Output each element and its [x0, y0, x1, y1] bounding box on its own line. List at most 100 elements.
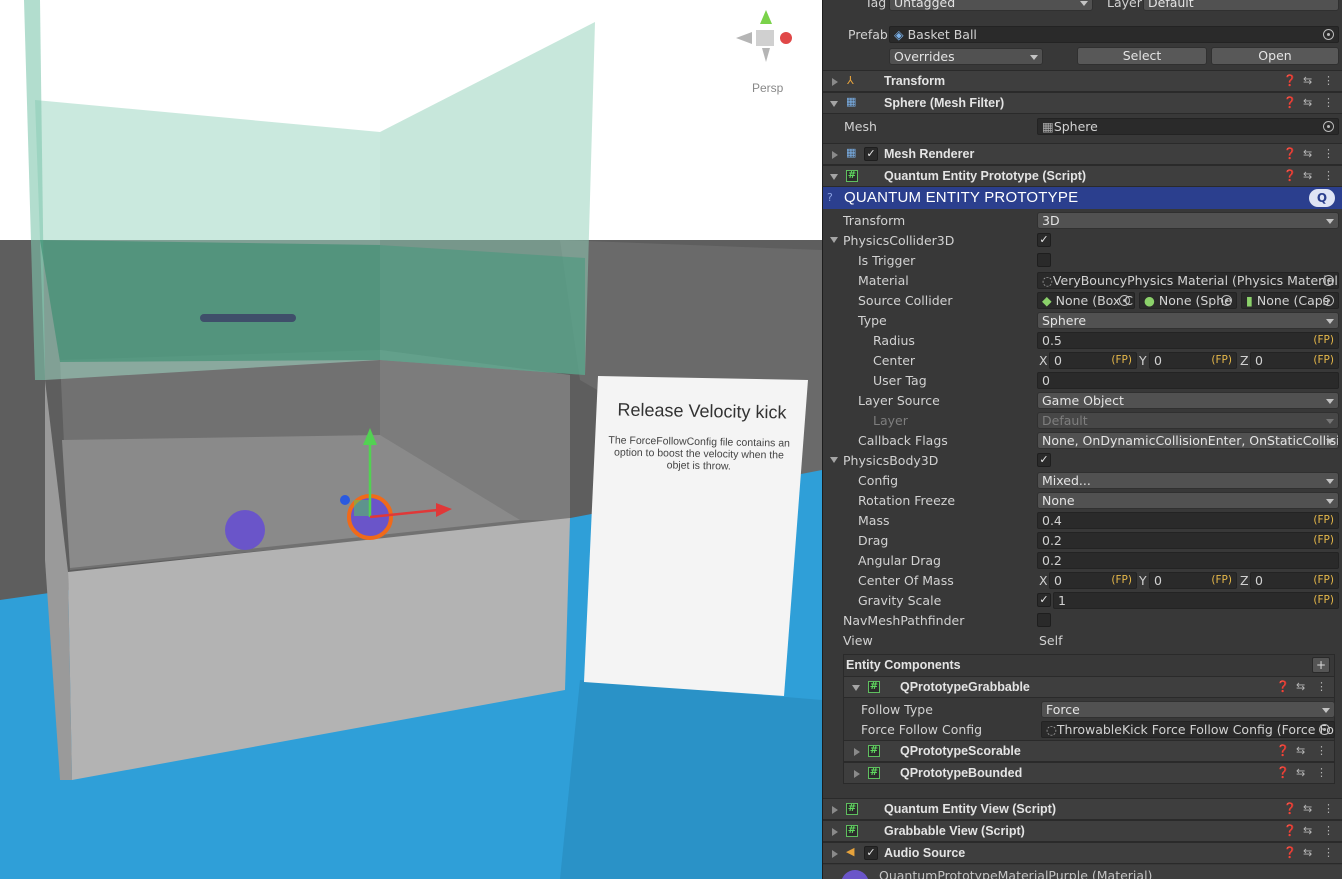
- audio-source-component[interactable]: ◀ ✓ Audio Source ❓ ⇆ ⋮: [823, 842, 1342, 864]
- object-picker-icon[interactable]: [1323, 29, 1334, 40]
- drag-field[interactable]: 0.2 (FP): [1037, 532, 1339, 549]
- bounded-subcomponent[interactable]: # QPrototypeBounded ❓ ⇆ ⋮: [843, 762, 1335, 784]
- center-y-field[interactable]: 0 (FP): [1149, 352, 1237, 369]
- scene-view[interactable]: Persp Release Velocity kick The ForceFol…: [0, 0, 822, 879]
- presets-icon[interactable]: ⇆: [1296, 680, 1305, 693]
- material-field[interactable]: ◌VeryBouncyPhysics Material (Physics Mat…: [1037, 272, 1339, 289]
- object-picker-icon[interactable]: [1323, 121, 1334, 132]
- presets-icon[interactable]: ⇆: [1296, 766, 1305, 779]
- kebab-menu-icon[interactable]: ⋮: [1316, 766, 1327, 779]
- fold-arrow-icon[interactable]: [832, 850, 838, 858]
- presets-icon[interactable]: ⇆: [1303, 824, 1312, 837]
- kebab-menu-icon[interactable]: ⋮: [1323, 824, 1334, 837]
- view-mode-label[interactable]: Persp: [752, 81, 783, 95]
- presets-icon[interactable]: ⇆: [1303, 846, 1312, 859]
- open-button[interactable]: Open: [1211, 47, 1339, 65]
- box-collider-field[interactable]: ◆ None (Box C: [1037, 292, 1135, 309]
- select-button[interactable]: Select: [1077, 47, 1207, 65]
- help-icon[interactable]: ❓: [1283, 96, 1297, 109]
- fold-arrow-icon[interactable]: [852, 685, 860, 691]
- fold-arrow-icon[interactable]: [832, 806, 838, 814]
- com-x-field[interactable]: 0 (FP): [1049, 572, 1137, 589]
- fold-arrow-icon[interactable]: [832, 151, 838, 159]
- callback-flags-dropdown[interactable]: None, OnDynamicCollisionEnter, OnStaticC…: [1037, 432, 1339, 449]
- object-picker-icon[interactable]: [1119, 295, 1130, 306]
- help-icon[interactable]: ❓: [1283, 147, 1297, 160]
- mesh-renderer-component[interactable]: ▦ ✓ Mesh Renderer ❓ ⇆ ⋮: [823, 143, 1342, 165]
- fold-arrow-icon[interactable]: [830, 457, 838, 463]
- user-tag-field[interactable]: 0: [1037, 372, 1339, 389]
- fold-arrow-icon[interactable]: [832, 828, 838, 836]
- fold-arrow-icon[interactable]: [854, 748, 860, 756]
- object-picker-icon[interactable]: [1323, 295, 1334, 306]
- com-z-field[interactable]: 0 (FP): [1250, 572, 1339, 589]
- help-icon[interactable]: ❓: [1283, 802, 1297, 815]
- radius-field[interactable]: 0.5 (FP): [1037, 332, 1339, 349]
- kebab-menu-icon[interactable]: ⋮: [1323, 74, 1334, 87]
- help-icon[interactable]: ❓: [1283, 74, 1297, 87]
- center-z-field[interactable]: 0 (FP): [1250, 352, 1339, 369]
- navmesh-checkbox[interactable]: [1037, 613, 1051, 627]
- center-x-field[interactable]: 0 (FP): [1049, 352, 1137, 369]
- grabbable-view-component[interactable]: # Grabbable View (Script) ❓ ⇆ ⋮: [823, 820, 1342, 842]
- help-icon[interactable]: ❓: [1276, 680, 1290, 693]
- follow-type-dropdown[interactable]: Force: [1041, 701, 1335, 718]
- kebab-menu-icon[interactable]: ⋮: [1316, 680, 1327, 693]
- gravity-scale-checkbox[interactable]: ✓: [1037, 593, 1051, 607]
- help-icon[interactable]: ❓: [1276, 766, 1290, 779]
- kebab-menu-icon[interactable]: ⋮: [1316, 744, 1327, 757]
- gravity-scale-field[interactable]: 1 (FP): [1053, 592, 1339, 609]
- help-circle-icon[interactable]: ?: [827, 191, 833, 204]
- layer-source-dropdown[interactable]: Game Object: [1037, 392, 1339, 409]
- presets-icon[interactable]: ⇆: [1303, 802, 1312, 815]
- mesh-filter-component[interactable]: ▦ Sphere (Mesh Filter) ❓ ⇆ ⋮: [823, 92, 1342, 114]
- help-icon[interactable]: ❓: [1276, 744, 1290, 757]
- overrides-dropdown[interactable]: Overrides: [889, 48, 1043, 65]
- object-picker-icon[interactable]: [1323, 275, 1334, 286]
- kebab-menu-icon[interactable]: ⋮: [1323, 169, 1334, 182]
- add-component-button[interactable]: +: [1312, 657, 1330, 673]
- tag-dropdown[interactable]: Untagged: [889, 0, 1093, 11]
- config-dropdown[interactable]: Mixed...: [1037, 472, 1339, 489]
- fold-arrow-icon[interactable]: [830, 101, 838, 107]
- force-follow-config-field[interactable]: ◌ThrowableKick Force Follow Config (Forc…: [1041, 721, 1335, 738]
- material-preview-row[interactable]: QuantumPrototypeMaterialPurple (Material…: [823, 865, 1342, 879]
- presets-icon[interactable]: ⇆: [1303, 74, 1312, 87]
- help-icon[interactable]: ❓: [1283, 169, 1297, 182]
- fold-arrow-icon[interactable]: [832, 78, 838, 86]
- object-picker-icon[interactable]: [1319, 724, 1330, 735]
- sphere-collider-field[interactable]: ● None (Sphe: [1139, 292, 1237, 309]
- presets-icon[interactable]: ⇆: [1303, 169, 1312, 182]
- fold-arrow-icon[interactable]: [830, 174, 838, 180]
- transform-component[interactable]: ⅄ Transform ❓ ⇆ ⋮: [823, 70, 1342, 92]
- help-icon[interactable]: ❓: [1283, 846, 1297, 859]
- quantum-prototype-component[interactable]: # Quantum Entity Prototype (Script) ❓ ⇆ ⋮: [823, 165, 1342, 187]
- is-trigger-checkbox[interactable]: [1037, 253, 1051, 267]
- help-icon[interactable]: ❓: [1283, 824, 1297, 837]
- capsule-collider-field[interactable]: ▮ None (Caps: [1241, 292, 1339, 309]
- fold-arrow-icon[interactable]: [854, 770, 860, 778]
- grabbable-subcomponent[interactable]: # QPrototypeGrabbable ❓ ⇆ ⋮: [843, 676, 1335, 698]
- physics-collider-checkbox[interactable]: ✓: [1037, 233, 1051, 247]
- kebab-menu-icon[interactable]: ⋮: [1323, 147, 1334, 160]
- presets-icon[interactable]: ⇆: [1296, 744, 1305, 757]
- transform-mode-dropdown[interactable]: 3D: [1037, 212, 1339, 229]
- rotation-freeze-dropdown[interactable]: None: [1037, 492, 1339, 509]
- presets-icon[interactable]: ⇆: [1303, 96, 1312, 109]
- fold-arrow-icon[interactable]: [830, 237, 838, 243]
- entity-view-component[interactable]: # Quantum Entity View (Script) ❓ ⇆ ⋮: [823, 798, 1342, 820]
- shape-type-dropdown[interactable]: Sphere: [1037, 312, 1339, 329]
- kebab-menu-icon[interactable]: ⋮: [1323, 802, 1334, 815]
- enabled-checkbox[interactable]: ✓: [864, 147, 878, 161]
- prefab-field[interactable]: ◈ Basket Ball: [889, 26, 1339, 43]
- enabled-checkbox[interactable]: ✓: [864, 846, 878, 860]
- object-picker-icon[interactable]: [1221, 295, 1232, 306]
- scorable-subcomponent[interactable]: # QPrototypeScorable ❓ ⇆ ⋮: [843, 740, 1335, 762]
- layer-dropdown[interactable]: Default: [1143, 0, 1339, 11]
- mesh-field[interactable]: ▦Sphere: [1037, 118, 1339, 135]
- angular-drag-field[interactable]: 0.2: [1037, 552, 1339, 569]
- kebab-menu-icon[interactable]: ⋮: [1323, 846, 1334, 859]
- physics-body-checkbox[interactable]: ✓: [1037, 453, 1051, 467]
- mass-field[interactable]: 0.4 (FP): [1037, 512, 1339, 529]
- presets-icon[interactable]: ⇆: [1303, 147, 1312, 160]
